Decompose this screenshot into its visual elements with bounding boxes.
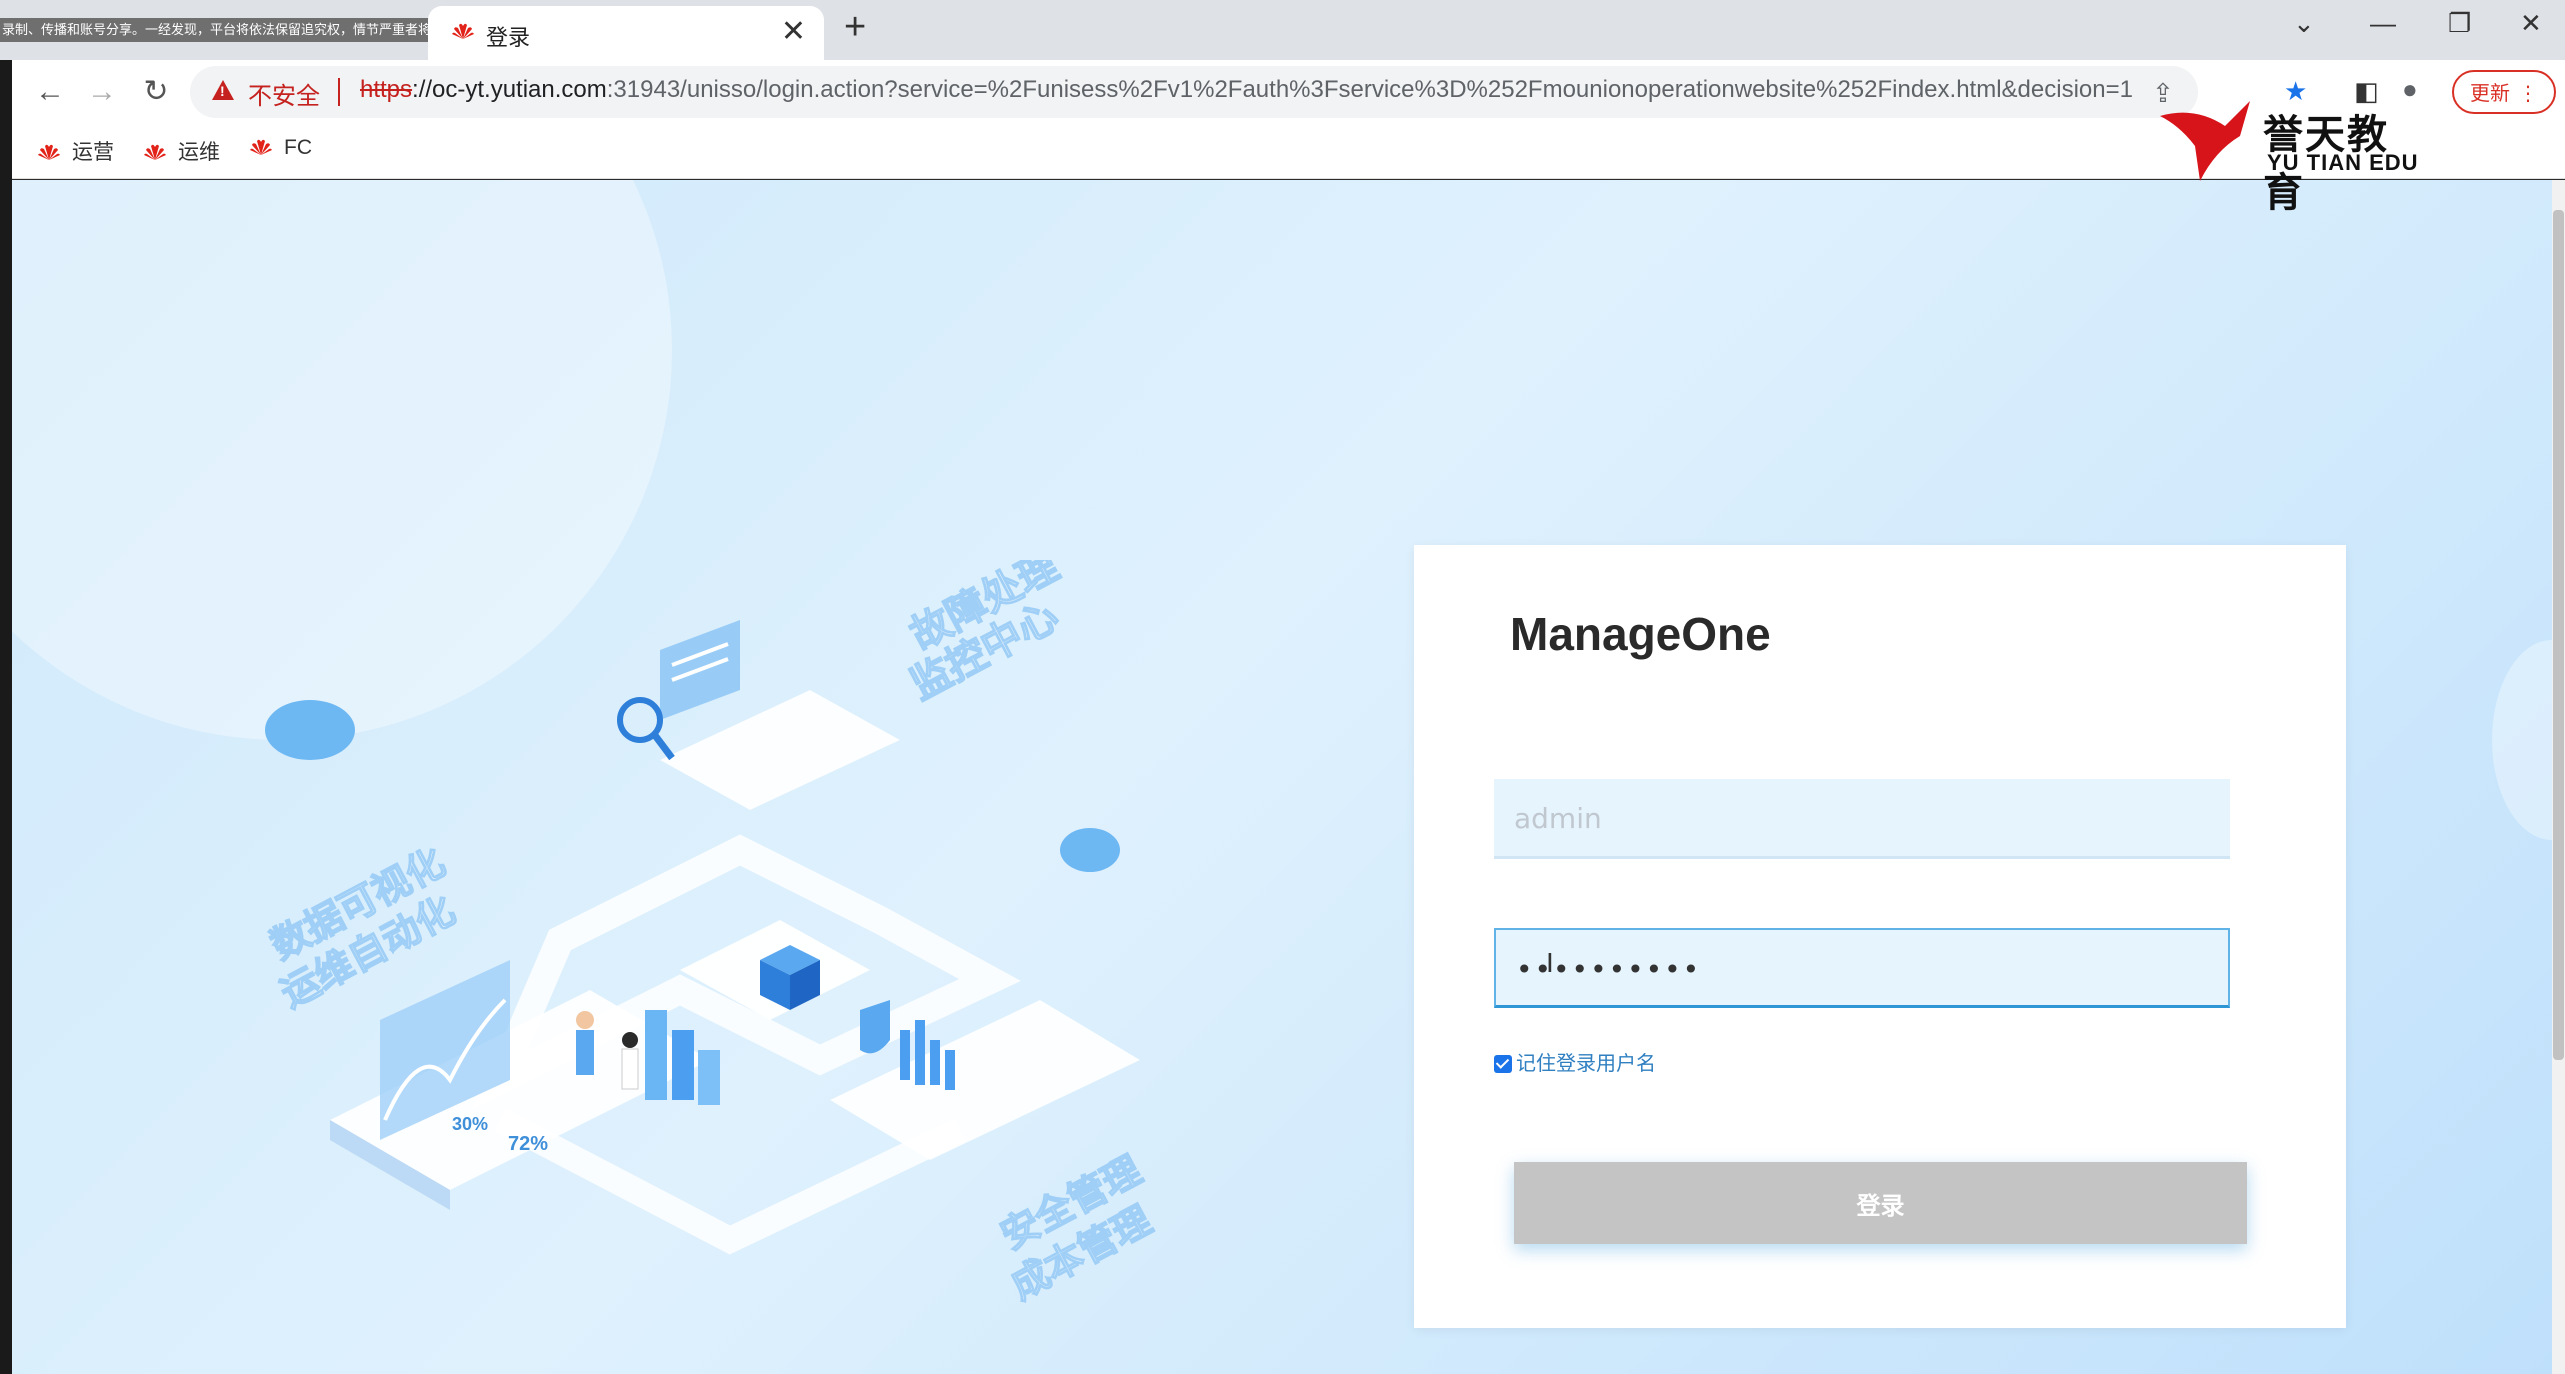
person-1-head bbox=[576, 1011, 594, 1029]
label-percent-30: 30% bbox=[452, 1114, 488, 1134]
bookmark-label: FC bbox=[284, 136, 312, 159]
minimize-icon[interactable]: — bbox=[2370, 8, 2396, 39]
platform-top bbox=[660, 690, 900, 810]
huawei-favicon-icon bbox=[452, 23, 474, 39]
update-button[interactable]: 更新 ⋮ bbox=[2452, 70, 2556, 114]
checkbox-checked-icon[interactable] bbox=[1494, 1055, 1512, 1073]
tab-close-icon[interactable]: ✕ bbox=[781, 14, 806, 49]
bookmark-item-yunwei[interactable]: 运维 bbox=[142, 136, 220, 166]
login-button[interactable]: 登录 bbox=[1514, 1162, 2247, 1244]
yutian-swoosh-icon bbox=[2160, 101, 2250, 181]
yutian-logo: 誉天教育 YU TIAN EDU bbox=[2155, 96, 2425, 215]
cloud-right bbox=[1060, 828, 1120, 872]
huawei-logo-icon bbox=[144, 144, 166, 160]
forward-arrow-icon[interactable]: → bbox=[80, 70, 124, 114]
label-percent-72: 72% bbox=[508, 1133, 548, 1155]
person-1-body bbox=[576, 1030, 594, 1075]
road-lower bbox=[493, 1108, 966, 1255]
person-2-body bbox=[621, 1048, 639, 1090]
bar-7 bbox=[945, 1050, 955, 1090]
tab-search-chevron-icon[interactable]: ⌄ bbox=[2293, 8, 2315, 39]
bar-2 bbox=[672, 1030, 694, 1100]
tab-title: 登录 bbox=[486, 25, 531, 50]
menu-dots-icon: ⋮ bbox=[2518, 83, 2538, 105]
left-edge-strip bbox=[0, 0, 12, 1374]
not-secure-label[interactable]: 不安全 bbox=[248, 76, 320, 111]
login-panel: ManageOne admin •••••••••• I 记住登录用户名 登录 bbox=[1414, 545, 2346, 1328]
omnibox-divider bbox=[338, 78, 340, 106]
remember-username-label[interactable]: 记住登录用户名 bbox=[1516, 1053, 1656, 1075]
huawei-logo-icon bbox=[250, 139, 272, 155]
scrollbar-thumb[interactable] bbox=[2553, 210, 2564, 1060]
password-field[interactable]: •••••••••• bbox=[1494, 928, 2230, 1008]
bookmark-item-fc[interactable]: FC bbox=[248, 136, 312, 160]
username-field[interactable]: admin bbox=[1494, 779, 2230, 859]
huawei-logo-icon bbox=[38, 144, 60, 160]
watermark-text: 录制、传播和账号分享。一经发现，平台将依法保留追究权，情节严重者将承担法律责任。 bbox=[0, 18, 492, 42]
bar-3 bbox=[698, 1050, 720, 1105]
background-circle-right bbox=[2492, 640, 2552, 840]
shield-icon bbox=[860, 1000, 890, 1054]
product-title: ManageOne bbox=[1510, 608, 1771, 660]
restore-icon[interactable]: ❐ bbox=[2448, 8, 2471, 39]
new-tab-plus-icon[interactable]: + bbox=[844, 6, 866, 49]
person-2-head bbox=[622, 1032, 638, 1048]
text-cursor-icon: I bbox=[1546, 947, 1554, 978]
bookmark-label: 运维 bbox=[178, 141, 220, 164]
url-path: :31943/unisso/login.action?service=%2Fun… bbox=[606, 76, 2133, 103]
window-close-icon[interactable]: ✕ bbox=[2520, 8, 2542, 39]
bar-4 bbox=[900, 1030, 910, 1080]
isometric-illustration: 故障处理 监控中心 数据可视化 运维自动化 安全管理 成本管理 30% 72% bbox=[264, 560, 1159, 1309]
back-arrow-icon[interactable]: ← bbox=[28, 70, 72, 114]
bookmark-label: 运营 bbox=[72, 141, 114, 164]
bar-5 bbox=[915, 1020, 925, 1085]
url-scheme: https bbox=[360, 76, 413, 103]
bookmark-item-yunying[interactable]: 运营 bbox=[36, 136, 114, 166]
url-text[interactable]: https://oc-yt.yutian.com:31943/unisso/lo… bbox=[360, 76, 2133, 104]
warning-triangle-icon[interactable] bbox=[212, 80, 234, 100]
bar-6 bbox=[930, 1040, 940, 1085]
bar-1 bbox=[645, 1010, 667, 1100]
url-host: ://oc-yt.yutian.com bbox=[412, 76, 607, 103]
update-button-label: 更新 bbox=[2470, 83, 2510, 105]
browser-tab-bar: ✕ 录制、传播和账号分享。一经发现，平台将依法保留追究权，情节严重者将承担法律责… bbox=[0, 0, 2565, 60]
address-bar[interactable]: 不安全 https://oc-yt.yutian.com:31943/uniss… bbox=[190, 66, 2198, 118]
cloud-left bbox=[265, 700, 355, 760]
reload-icon[interactable]: ↻ bbox=[134, 70, 178, 114]
tab-active[interactable]: 登录 ✕ bbox=[428, 6, 824, 60]
remember-username-option[interactable]: 记住登录用户名 bbox=[1494, 1047, 1656, 1076]
logo-english: YU TIAN EDU bbox=[2267, 150, 2419, 175]
